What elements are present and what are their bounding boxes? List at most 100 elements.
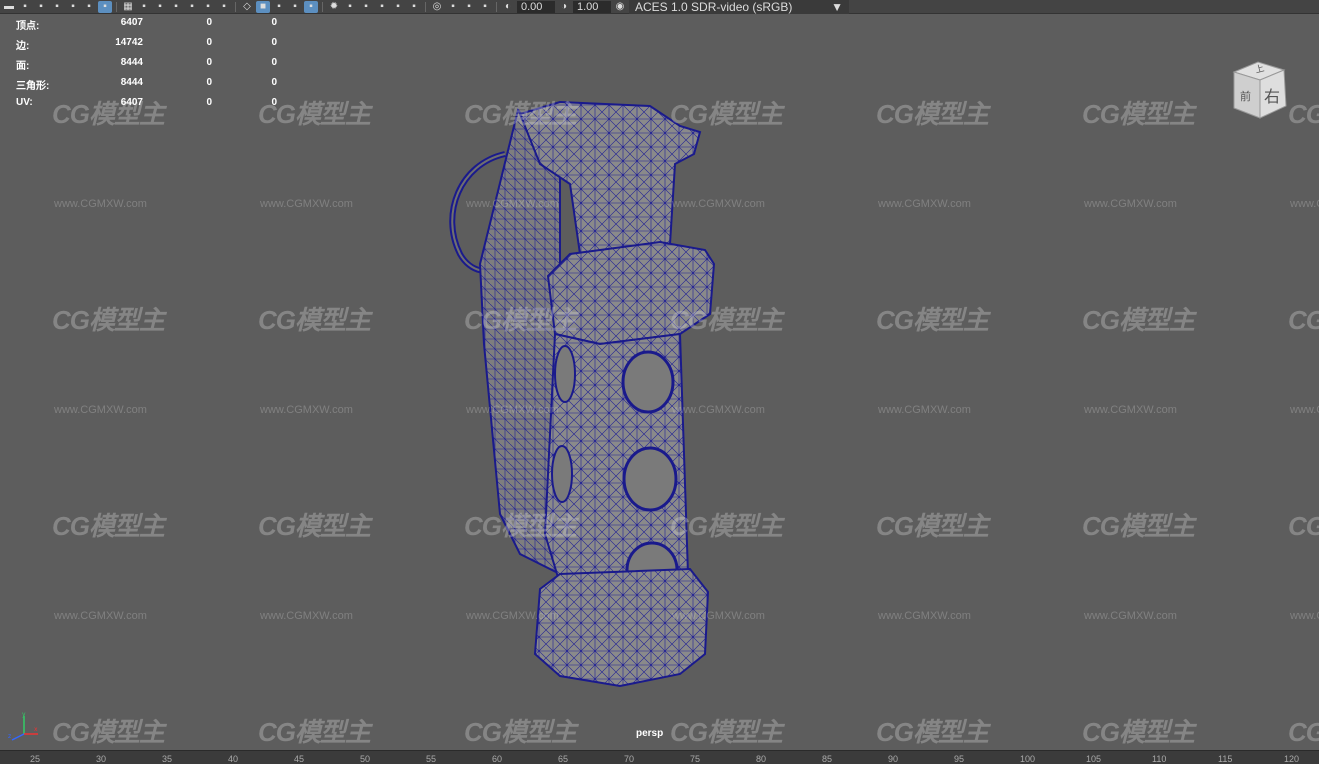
watermark-url: www.CGMXW.com (260, 198, 353, 210)
hud-label: 顶点: (16, 21, 40, 32)
watermark-logo: CG模型主 (464, 717, 577, 747)
watermark-logo: CG模型主 (876, 511, 989, 541)
bookmark-icon[interactable]: ▪ (50, 1, 64, 13)
hud-row: 三角形: 8444 0 0 (16, 77, 277, 97)
watermark-logo: CG模型主 (1288, 99, 1319, 129)
image-plane-icon[interactable]: ▪ (66, 1, 80, 13)
resolution-gate-icon[interactable]: ▪ (153, 1, 167, 13)
lights-icon[interactable]: ✹ (327, 1, 341, 13)
watermark-url: www.CGMXW.com (1084, 404, 1177, 416)
hud-row: UV: 6407 0 0 (16, 97, 277, 117)
camera-attr-icon[interactable]: ▪ (18, 1, 32, 13)
hud-value: 0 (206, 17, 212, 28)
watermark-logo: CG模型主 (670, 305, 783, 335)
field-chart-icon[interactable]: ▪ (185, 1, 199, 13)
camera-bookmark-icon[interactable]: ▪ (34, 1, 48, 13)
watermark-url: www.CGMXW.com (1290, 198, 1319, 210)
smooth-shade-icon[interactable]: ■ (256, 0, 270, 13)
watermark-url: www.CGMXW.com (260, 404, 353, 416)
watermark-logo: CG模型主 (258, 511, 371, 541)
watermark-url: www.CGMXW.com (466, 404, 559, 416)
gate-mask-icon[interactable]: ▪ (169, 1, 183, 13)
viewcube-right-label: 右 (1264, 87, 1280, 106)
safe-title-icon[interactable]: ▪ (217, 1, 231, 13)
hud-value: 6407 (120, 97, 143, 108)
watermark-logo: CG模型主 (1288, 717, 1319, 747)
watermark-url: www.CGMXW.com (466, 198, 559, 210)
watermark-logo: CG模型主 (52, 717, 165, 747)
color-space-label: ACES 1.0 SDR-video (sRGB) (635, 0, 793, 14)
watermark-url: www.CGMXW.com (878, 198, 971, 210)
watermark-url: www.CGMXW.com (672, 404, 765, 416)
hud-row: 顶点: 6407 0 0 (16, 17, 277, 37)
watermark-logo: CG模型主 (876, 305, 989, 335)
watermark-url: www.CGMXW.com (1084, 198, 1177, 210)
gamma-icon[interactable]: ◑ (557, 1, 571, 13)
chevron-down-icon: ▼ (831, 0, 843, 14)
watermark-url: www.CGMXW.com (54, 198, 147, 210)
textured-icon[interactable]: ▪ (304, 0, 318, 13)
watermark-url: www.CGMXW.com (54, 610, 147, 622)
wireframe-icon[interactable]: ◇ (240, 1, 254, 13)
hud-label: UV: (16, 97, 33, 108)
watermark-url: www.CGMXW.com (260, 610, 353, 622)
watermark-logo: CG模型主 (1288, 511, 1319, 541)
grease-pencil-icon[interactable]: ▪ (98, 0, 112, 13)
xray-active-icon[interactable]: ▪ (478, 1, 492, 13)
hud-value: 8444 (120, 77, 143, 88)
gamma-field[interactable]: 1.00 (573, 0, 611, 13)
xray-joints-icon[interactable]: ▪ (462, 1, 476, 13)
poly-count-hud: 顶点: 6407 0 0 边: 14742 0 0 面: 8444 0 0 三角形: 8444 0 0 UV: 6… (16, 17, 277, 117)
watermark-logo: CG模型主 (258, 717, 371, 747)
wireframe-on-shaded-icon[interactable]: ▪ (288, 1, 302, 13)
xray-icon[interactable]: ▪ (446, 1, 460, 13)
default-material-icon[interactable]: ▪ (272, 1, 286, 13)
time-slider[interactable]: 25 30 35 40 45 50 55 60 65 70 75 80 85 90 95 100 105 110 1… (0, 750, 1319, 764)
watermark-logo: CG模型主 (464, 99, 577, 129)
hud-row: 边: 14742 0 0 (16, 37, 277, 57)
watermark-logo: CG模型主 (1082, 305, 1195, 335)
viewcube-front-label: 前 (1240, 89, 1251, 103)
depth-of-field-icon[interactable]: ▪ (407, 1, 421, 13)
axis-gizmo: y x z (8, 712, 38, 741)
3d-viewport[interactable]: 上 前 右 y x z persp CG模型主 CG模型主 CG模型主 CG模型主 CG… (0, 14, 1319, 750)
anti-aliasing-icon[interactable]: ▪ (391, 1, 405, 13)
axis-y-label: y (22, 712, 26, 718)
toolbar-separator (322, 1, 323, 12)
2d-pan-icon[interactable]: ▪ (82, 1, 96, 13)
watermark-url: www.CGMXW.com (672, 198, 765, 210)
hud-value: 0 (271, 17, 277, 28)
hud-value: 0 (206, 97, 212, 108)
hud-value: 0 (271, 77, 277, 88)
isolate-select-icon[interactable]: ◎ (430, 1, 444, 13)
hud-label: 面: (16, 61, 30, 72)
exposure-icon[interactable]: ◐ (501, 1, 515, 13)
screen-space-ao-icon[interactable]: ▪ (359, 1, 373, 13)
hud-value: 14742 (115, 37, 143, 48)
vent-hole (554, 345, 576, 403)
vent-hole (551, 445, 573, 503)
watermark-url: www.CGMXW.com (672, 610, 765, 622)
vent-hole (622, 446, 678, 512)
shadows-icon[interactable]: ▪ (343, 1, 357, 13)
motion-blur-icon[interactable]: ▪ (375, 1, 389, 13)
watermark-logo: CG模型主 (670, 717, 783, 747)
exposure-field[interactable]: 0.00 (517, 0, 555, 13)
watermark-url: www.CGMXW.com (878, 404, 971, 416)
watermark-logo: CG模型主 (670, 99, 783, 129)
toolbar-separator (235, 1, 236, 12)
watermark-url: www.CGMXW.com (878, 610, 971, 622)
film-gate-icon[interactable]: ▪ (137, 1, 151, 13)
grid-icon[interactable]: ▦ (121, 1, 135, 13)
toolbar-separator (425, 1, 426, 12)
camera-icon[interactable]: ▬ (2, 1, 16, 13)
view-cube[interactable]: 上 前 右 (1226, 58, 1292, 124)
watermark-url: www.CGMXW.com (1290, 404, 1319, 416)
vent-hole (621, 350, 675, 414)
viewport-toolbar: ▬ ▪ ▪ ▪ ▪ ▪ ▪ ▦ ▪ ▪ ▪ ▪ ▪ ▪ ◇ ■ ▪ ▪ ▪ ✹ ▪ ▪ ▪ ▪ ▪ ◎ ▪ ▪ ▪ ◐ 0.00 ◑ 1.00 ◉… (0, 0, 1319, 14)
safe-action-icon[interactable]: ▪ (201, 1, 215, 13)
watermark-url: www.CGMXW.com (466, 610, 559, 622)
hud-value: 0 (271, 37, 277, 48)
color-management-icon[interactable]: ◉ (613, 1, 627, 13)
color-space-dropdown[interactable]: ACES 1.0 SDR-video (sRGB) ▼ (629, 0, 849, 14)
